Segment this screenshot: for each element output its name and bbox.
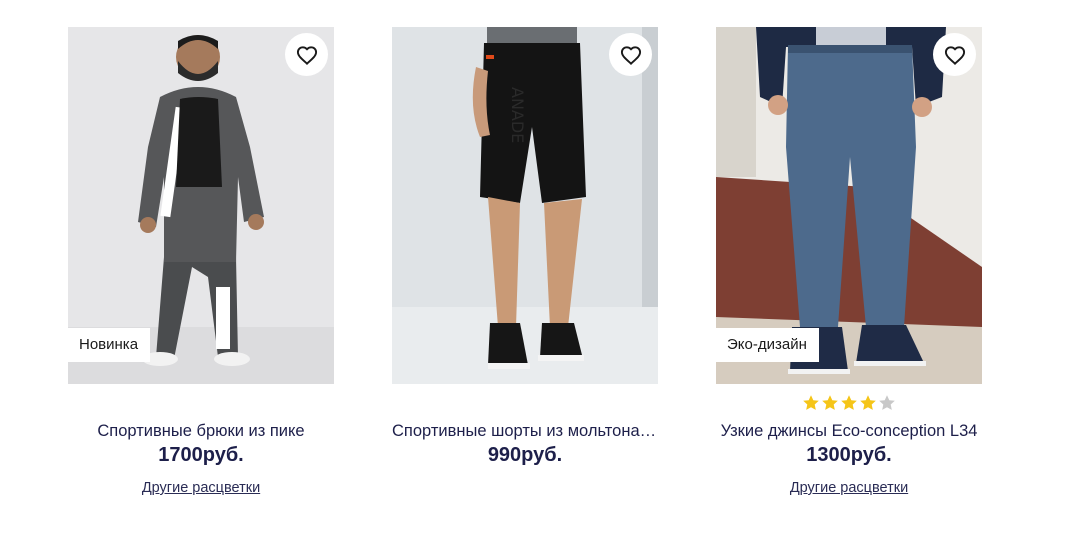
product-price: 1300руб. (806, 444, 892, 466)
product-card: Эко-дизайн Узкие джинсы Eco-conception L… (716, 27, 982, 496)
favorite-button[interactable] (285, 33, 328, 76)
star-icon (878, 394, 896, 412)
product-card: ANADE Спортивные шорты из мольтона с при… (392, 27, 658, 466)
product-image[interactable]: Новинка (68, 27, 334, 384)
product-title[interactable]: Спортивные шорты из мольтона с принтом (392, 421, 658, 441)
product-image[interactable]: Эко-дизайн (716, 27, 982, 384)
product-grid: Новинка Спортивные брюки из пике 1700руб… (0, 0, 1080, 550)
other-colors-link[interactable]: Другие расцветки (716, 479, 982, 497)
favorite-button[interactable] (933, 33, 976, 76)
star-icon (802, 394, 820, 412)
heart-outline-icon (296, 45, 318, 65)
product-image[interactable]: ANADE (392, 27, 658, 384)
favorite-button[interactable] (609, 33, 652, 76)
product-badge: Эко-дизайн (716, 328, 819, 362)
svg-text:ANADE: ANADE (508, 87, 527, 143)
product-title[interactable]: Узкие джинсы Eco-conception L34 (716, 421, 982, 441)
product-price: 1700руб. (158, 444, 244, 466)
product-price: 990руб. (487, 444, 563, 466)
product-card: Новинка Спортивные брюки из пике 1700руб… (68, 27, 334, 496)
product-badge: Новинка (68, 328, 151, 362)
heart-outline-icon (620, 45, 642, 65)
product-title[interactable]: Спортивные брюки из пике (68, 421, 334, 441)
star-icon (821, 394, 839, 412)
heart-outline-icon (944, 45, 966, 65)
rating-stars (716, 394, 982, 412)
star-icon (840, 394, 858, 412)
star-icon (859, 394, 877, 412)
other-colors-link[interactable]: Другие расцветки (68, 479, 334, 497)
